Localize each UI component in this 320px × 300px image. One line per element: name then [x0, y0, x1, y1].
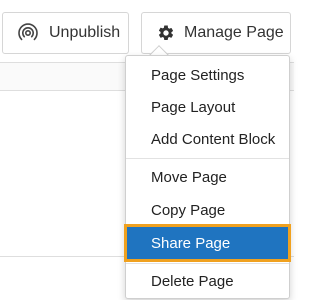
- menu-item-label: Page Layout: [151, 98, 236, 116]
- broadcast-icon: [17, 22, 39, 44]
- menu-divider: [126, 263, 289, 264]
- unpublish-button[interactable]: Unpublish: [2, 12, 129, 54]
- manage-page-button[interactable]: Manage Page: [141, 12, 291, 54]
- menu-item-label: Move Page: [151, 168, 227, 186]
- menu-item-copy-page[interactable]: Copy Page: [126, 194, 289, 226]
- menu-item-page-settings[interactable]: Page Settings: [126, 59, 289, 91]
- menu-item-share-page[interactable]: Share Page: [124, 224, 291, 262]
- menu-item-page-layout[interactable]: Page Layout: [126, 91, 289, 123]
- menu-item-label: Share Page: [151, 234, 231, 252]
- menu-item-label: Page Settings: [151, 66, 245, 84]
- gear-icon: [157, 24, 175, 42]
- menu-item-add-content-block[interactable]: Add Content Block: [126, 123, 289, 155]
- page-toolbar: Unpublish Manage Page: [0, 0, 294, 62]
- manage-page-label: Manage Page: [184, 24, 284, 41]
- menu-item-label: Copy Page: [151, 201, 226, 219]
- menu-item-label: Delete Page: [151, 272, 234, 290]
- menu-divider: [126, 158, 289, 159]
- menu-item-label: Add Content Block: [151, 130, 276, 148]
- menu-item-delete-page[interactable]: Delete Page: [126, 265, 289, 297]
- unpublish-label: Unpublish: [49, 24, 121, 41]
- menu-item-move-page[interactable]: Move Page: [126, 161, 289, 193]
- manage-page-dropdown-menu: Page Settings Page Layout Add Content Bl…: [124, 55, 291, 299]
